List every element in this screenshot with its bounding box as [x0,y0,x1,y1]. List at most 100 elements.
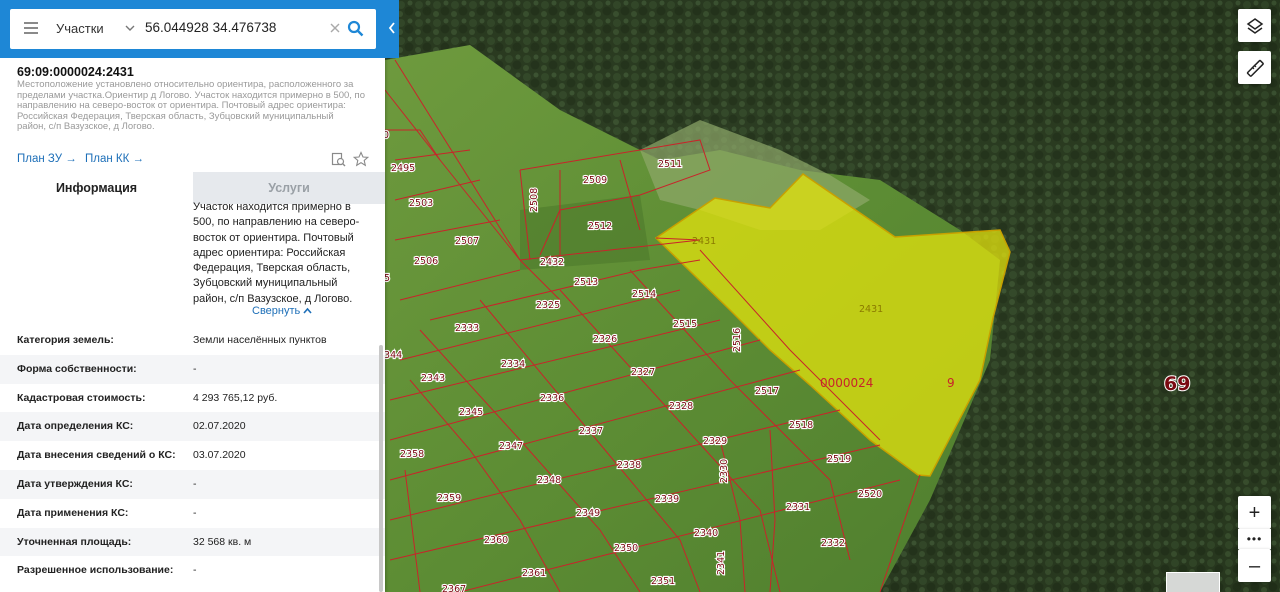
parcel-label[interactable]: 2328 [668,400,694,413]
info-panel: Участки 69:09:0000024:2431 Местоположени… [0,0,385,592]
zoom-out-button[interactable]: – [1238,549,1271,582]
parcel-label[interactable]: 2340 [693,527,719,540]
parcel-label[interactable]: 2351 [650,575,676,588]
parcel-label[interactable]: 2334 [500,358,526,371]
parcel-label[interactable]: 2519 [826,453,852,466]
property-row: Дата внесения сведений о КС: 03.07.2020 [0,441,385,470]
parcel-label[interactable]: 2511 [657,158,683,171]
parcel-label[interactable]: 2343 [420,372,446,385]
parcel-label[interactable]: 2509 [582,174,608,187]
parcel-label[interactable]: 2503 [408,197,434,210]
parcel-label[interactable]: 2329 [702,435,728,448]
parcel-label[interactable]: 2361 [521,567,547,580]
star-icon[interactable] [353,151,369,167]
property-value: - [193,362,197,375]
search-type-select[interactable]: Участки [56,21,104,36]
parcel-label[interactable]: 2333 [454,322,480,335]
collapse-label: Свернуть [252,305,301,317]
plan-kk-link[interactable]: План КК → [85,153,144,165]
property-value: - [193,506,197,519]
parcel-label[interactable]: 2431 [692,236,716,247]
property-row: Форма собственности: - [0,354,385,384]
parcel-label[interactable]: 2338 [616,459,642,472]
parcel-label[interactable]: 2348 [536,474,562,487]
arrow-right-icon: → [132,153,145,165]
parcel-label[interactable]: 2327 [630,366,656,379]
parcel-label[interactable]: 2332 [820,537,846,550]
parcel-label[interactable]: 2512 [587,220,613,233]
parcel-label[interactable]: 2358 [399,448,425,461]
parcel-label[interactable]: 2325 [535,299,561,312]
plan-zu-link[interactable]: План ЗУ → [17,153,77,165]
parcel-label[interactable]: 2495 [390,162,416,175]
parcel-label[interactable]: 2326 [592,333,618,346]
search-input[interactable] [145,20,325,35]
menu-icon[interactable] [24,22,38,34]
layers-button[interactable] [1238,9,1271,42]
property-value: Земли населённых пунктов [193,334,327,346]
parcel-cadastral-number: 69:09:0000024:2431 [17,65,134,79]
property-label: Дата внесения сведений о КС: [17,449,176,462]
chevron-down-icon[interactable] [124,22,136,34]
zoom-in-icon: + [1248,501,1261,524]
parcel-label[interactable]: 2506 [413,255,439,268]
parcel-label[interactable]: 2520 [857,488,883,501]
region-label: 69 [1164,373,1190,395]
parcel-label[interactable]: 2431 [859,304,883,315]
chevron-up-icon [303,307,312,314]
find-on-map-icon[interactable] [331,152,346,167]
property-row: Дата применения КС: - [0,499,385,528]
property-value: 02.07.2020 [193,420,246,433]
parcel-label[interactable]: 2507 [454,235,480,248]
search-bar: Участки [0,0,385,58]
property-label: Дата определения КС: [17,420,134,433]
parcel-label[interactable]: 2350 [613,542,639,555]
parcel-label[interactable]: 2359 [436,492,462,505]
zoom-in-button[interactable]: + [1238,496,1271,529]
property-value: 4 293 765,12 руб. [193,391,278,404]
parcel-label[interactable]: 2513 [573,276,599,289]
parcel-label[interactable]: 2516 [731,327,744,353]
collapse-link[interactable]: Свернуть [252,305,312,317]
parcel-label[interactable]: 2517 [754,385,780,398]
parcel-label[interactable]: 2518 [788,419,814,432]
parcel-label[interactable]: 2345 [458,406,484,419]
tab-info[interactable]: Информация [0,172,193,204]
parcel-label[interactable]: 2508 [528,187,541,213]
chevron-left-icon [388,22,395,34]
property-row: Дата утверждения КС: - [0,469,385,499]
property-value: 03.07.2020 [193,449,246,462]
property-label: Дата применения КС: [17,506,129,519]
property-label: Уточненная площадь: [17,535,132,548]
property-label: Категория земель: [17,334,114,346]
search-icon[interactable] [347,20,364,37]
parcel-label[interactable]: 2347 [498,440,524,453]
plan-zu-label: План ЗУ [17,153,63,165]
property-row: Кадастровая стоимость: 4 293 765,12 руб. [0,384,385,413]
minimap[interactable] [1166,572,1220,592]
parcel-label[interactable]: 2432 [539,256,565,269]
parcel-label[interactable]: 2360 [483,534,509,547]
ruler-button[interactable] [1238,51,1271,84]
parcel-label[interactable]: 2367 [441,583,467,592]
address-text: Участок находится примерно в 500, по нап… [193,201,360,305]
properties-list: Категория земель: Земли населённых пункто… [0,326,385,585]
parcel-label[interactable]: 2337 [578,425,604,438]
parcel-label[interactable]: 2514 [631,288,657,301]
parcel-label[interactable]: 2515 [672,318,698,331]
parcel-label[interactable]: 2330 [718,458,731,484]
property-label: Разрешенное использование: [17,564,174,577]
parcel-label[interactable]: 2339 [654,493,680,506]
scrollbar[interactable] [379,345,383,592]
collapse-panel-button[interactable] [385,0,399,58]
parcel-label[interactable]: 2349 [575,507,601,520]
property-value: - [193,564,197,577]
close-icon[interactable] [328,21,342,35]
search-box: Участки [10,9,376,49]
quarter-label: 0000024 [820,376,873,390]
parcel-label[interactable]: 2336 [539,392,565,405]
zoom-more-button[interactable]: ••• [1238,529,1271,549]
parcel-label[interactable]: 2331 [785,501,811,514]
arrow-right-icon: → [65,153,77,165]
parcel-label[interactable]: 2341 [715,550,728,576]
